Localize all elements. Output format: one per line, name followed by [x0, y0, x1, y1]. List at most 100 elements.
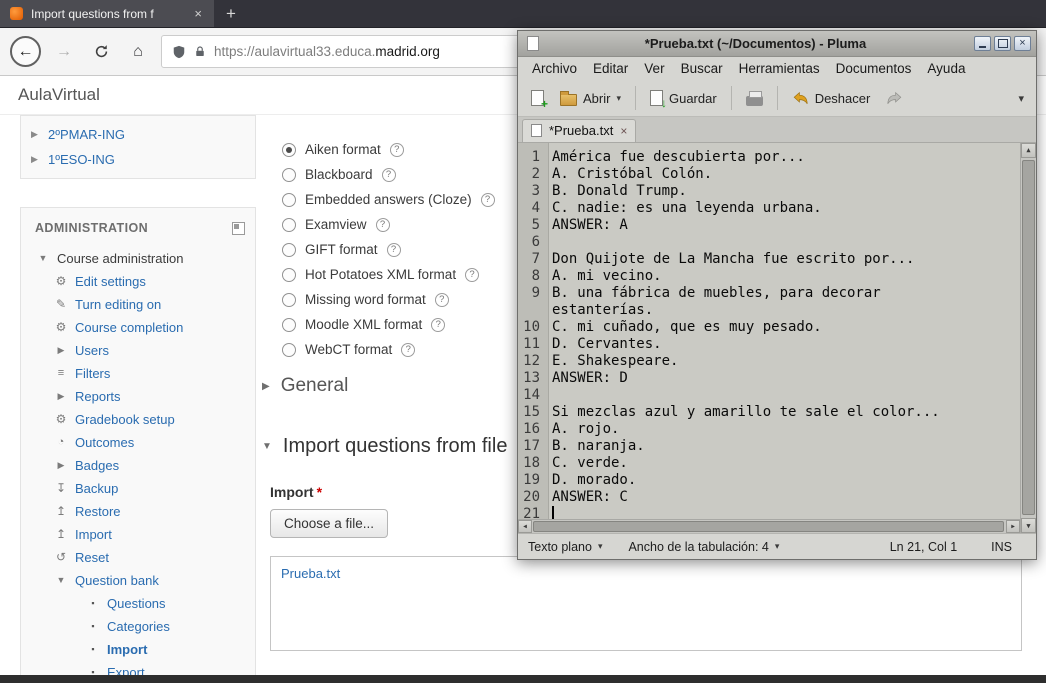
- help-icon[interactable]: ?: [431, 318, 445, 332]
- editor-line[interactable]: 11 D. Cervantes.: [518, 336, 1020, 353]
- admin-tree-link[interactable]: Import: [75, 523, 112, 546]
- admin-tree-item[interactable]: ▶ Users: [21, 339, 255, 362]
- site-brand[interactable]: AulaVirtual: [18, 85, 100, 105]
- admin-tree-link[interactable]: Restore: [75, 500, 121, 523]
- admin-tree-item[interactable]: ≡ Filters: [21, 362, 255, 385]
- editor-line[interactable]: 17 B. naranja.: [518, 438, 1020, 455]
- uploaded-file-link[interactable]: Prueba.txt: [281, 566, 340, 581]
- radio-button[interactable]: [282, 293, 296, 307]
- undo-button[interactable]: Deshacer: [787, 88, 876, 109]
- back-button[interactable]: ←: [10, 36, 41, 67]
- sidebar-course-item[interactable]: ▶ 2ºPMAR-ING: [21, 122, 255, 147]
- radio-button[interactable]: [282, 193, 296, 207]
- print-button[interactable]: [741, 88, 768, 109]
- radio-button[interactable]: [282, 143, 296, 157]
- new-document-button[interactable]: [526, 87, 549, 109]
- admin-tree-link[interactable]: Gradebook setup: [75, 408, 175, 431]
- admin-tree-item[interactable]: ▼ Question bank: [21, 569, 255, 592]
- chevron-down-icon[interactable]: ▼: [262, 441, 272, 452]
- admin-tree-item[interactable]: ↥ Import: [21, 523, 255, 546]
- admin-tree-link[interactable]: Outcomes: [75, 431, 134, 454]
- admin-tree-link[interactable]: Categories: [107, 615, 170, 638]
- admin-tree-link[interactable]: Edit settings: [75, 270, 146, 293]
- help-icon[interactable]: ?: [376, 218, 390, 232]
- chevron-right-icon[interactable]: ▶: [31, 129, 41, 140]
- admin-tree-link[interactable]: Question bank: [75, 569, 159, 592]
- course-link[interactable]: 2ºPMAR-ING: [48, 127, 125, 142]
- admin-tree-link[interactable]: Reset: [75, 546, 109, 569]
- highlight-mode-dropdown[interactable]: Texto plano ▾: [528, 540, 602, 554]
- menu-item[interactable]: Ayuda: [919, 61, 973, 76]
- editor-line[interactable]: 5 ANSWER: A: [518, 217, 1020, 234]
- forward-button[interactable]: →: [50, 38, 78, 66]
- editor-line[interactable]: 3 B. Donald Trump.: [518, 183, 1020, 200]
- scroll-down-icon[interactable]: ▼: [1021, 518, 1036, 533]
- vertical-scrollbar[interactable]: ▲ ▼: [1020, 143, 1036, 534]
- editor-line[interactable]: 18 C. verde.: [518, 455, 1020, 472]
- horizontal-scroll-thumb[interactable]: [533, 521, 1004, 532]
- editor-line[interactable]: 4 C. nadie: es una leyenda urbana.: [518, 200, 1020, 217]
- help-icon[interactable]: ?: [382, 168, 396, 182]
- editor-line[interactable]: 12 E. Shakespeare.: [518, 353, 1020, 370]
- editor-line[interactable]: 7 Don Quijote de La Mancha fue escrito p…: [518, 251, 1020, 268]
- sidebar-course-item[interactable]: ▶ 1ºESO-ING: [21, 147, 255, 172]
- admin-tree-link[interactable]: Course administration: [57, 247, 183, 270]
- admin-tree-link[interactable]: Reports: [75, 385, 121, 408]
- document-tab[interactable]: *Prueba.txt ×: [522, 119, 636, 142]
- admin-tree-item[interactable]: ▶ Badges: [21, 454, 255, 477]
- menu-item[interactable]: Archivo: [524, 61, 585, 76]
- tab-width-dropdown[interactable]: Ancho de la tabulación: 4 ▾: [628, 540, 779, 554]
- menu-item[interactable]: Documentos: [828, 61, 920, 76]
- admin-tree-link[interactable]: Course completion: [75, 316, 183, 339]
- admin-tree-link[interactable]: Backup: [75, 477, 118, 500]
- admin-tree-item[interactable]: ↺ Reset: [21, 546, 255, 569]
- home-button[interactable]: ⌂: [124, 38, 152, 66]
- tab-close-icon[interactable]: ×: [620, 124, 627, 138]
- admin-tree-item[interactable]: ▪ Categories: [21, 615, 255, 638]
- close-icon[interactable]: ×: [1014, 36, 1031, 51]
- help-icon[interactable]: ?: [481, 193, 495, 207]
- radio-button[interactable]: [282, 243, 296, 257]
- course-link[interactable]: 1ºESO-ING: [48, 152, 115, 167]
- editor-line[interactable]: 16 A. rojo.: [518, 421, 1020, 438]
- help-icon[interactable]: ?: [401, 343, 415, 357]
- help-icon[interactable]: ?: [465, 268, 479, 282]
- admin-tree-item[interactable]: ↧ Backup: [21, 477, 255, 500]
- editor-line[interactable]: 10 C. mi cuñado, que es muy pesado.: [518, 319, 1020, 336]
- menu-item[interactable]: Herramientas: [731, 61, 828, 76]
- menu-item[interactable]: Editar: [585, 61, 636, 76]
- tab-close-icon[interactable]: ×: [192, 5, 204, 22]
- admin-tree-item[interactable]: ✎ Turn editing on: [21, 293, 255, 316]
- radio-button[interactable]: [282, 268, 296, 282]
- admin-tree-item[interactable]: ⚙ Gradebook setup: [21, 408, 255, 431]
- radio-button[interactable]: [282, 318, 296, 332]
- admin-tree-item[interactable]: ⚙ Edit settings: [21, 270, 255, 293]
- menu-item[interactable]: Ver: [636, 61, 672, 76]
- radio-button[interactable]: [282, 168, 296, 182]
- choose-file-button[interactable]: Choose a file...: [270, 509, 388, 538]
- editor-line[interactable]: 2 A. Cristóbal Colón.: [518, 166, 1020, 183]
- admin-tree-link[interactable]: Filters: [75, 362, 110, 385]
- help-icon[interactable]: ?: [390, 143, 404, 157]
- admin-tree-item[interactable]: ◔ Outcomes: [21, 431, 255, 454]
- new-tab-button[interactable]: +: [214, 0, 248, 27]
- editor-area[interactable]: 1 América fue descubierta por... 2 A. Cr…: [518, 143, 1036, 534]
- editor-line[interactable]: 14: [518, 387, 1020, 404]
- minimize-icon[interactable]: [974, 36, 991, 51]
- scroll-left-icon[interactable]: ◀: [518, 520, 532, 533]
- tracking-shield-icon[interactable]: [172, 45, 186, 59]
- admin-tree-link[interactable]: Users: [75, 339, 109, 362]
- editor-line[interactable]: 19 D. morado.: [518, 472, 1020, 489]
- admin-tree-item[interactable]: ▶ Reports: [21, 385, 255, 408]
- vertical-scroll-thumb[interactable]: [1022, 160, 1035, 516]
- editor-lines[interactable]: 1 América fue descubierta por... 2 A. Cr…: [518, 143, 1020, 520]
- toolbar-overflow-icon[interactable]: ▾: [1018, 92, 1024, 105]
- dock-block-icon[interactable]: [232, 222, 245, 235]
- open-button[interactable]: Abrir ▾: [555, 87, 626, 109]
- reload-button[interactable]: [87, 38, 115, 66]
- browser-tab[interactable]: Import questions from f ×: [0, 0, 214, 27]
- admin-tree-item[interactable]: ↥ Restore: [21, 500, 255, 523]
- chevron-right-icon[interactable]: ▶: [31, 154, 41, 165]
- save-button[interactable]: Guardar: [645, 87, 722, 109]
- admin-tree-link[interactable]: Questions: [107, 592, 166, 615]
